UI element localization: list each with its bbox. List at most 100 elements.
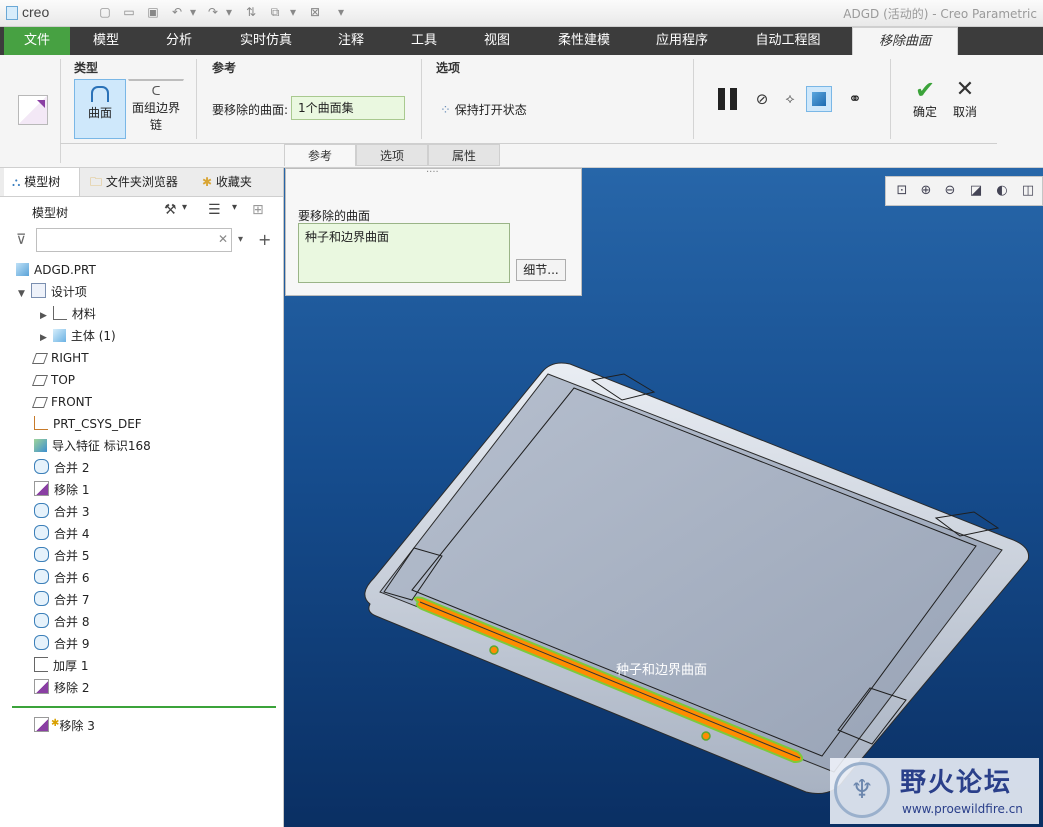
reference-group-label: 参考 bbox=[212, 61, 237, 75]
tree-item-part[interactable]: ADGD.PRT bbox=[16, 259, 96, 281]
preview-geometry-icon[interactable]: ⟡ bbox=[780, 90, 800, 108]
refit-icon[interactable]: ⊡ bbox=[894, 183, 910, 199]
show-list-icon[interactable]: ☰ bbox=[208, 202, 221, 218]
tab-remove-surface[interactable]: 移除曲面 bbox=[852, 27, 958, 56]
tree-item-remove-3[interactable]: ✱移除 3 bbox=[34, 713, 95, 735]
tree-item-remove-2[interactable]: 移除 2 bbox=[34, 677, 89, 699]
undo-dropdown-icon[interactable]: ▾ bbox=[186, 5, 200, 19]
zoom-out-icon[interactable]: ⊖ bbox=[942, 183, 958, 199]
tab-flexible-modeling[interactable]: 柔性建模 bbox=[544, 27, 624, 55]
tree-item-remove-1[interactable]: 移除 1 bbox=[34, 479, 89, 501]
zoom-in-icon[interactable]: ⊕ bbox=[918, 183, 934, 199]
new-file-icon[interactable]: ▢ bbox=[98, 5, 112, 19]
expand-down-icon: ▼ bbox=[18, 289, 25, 299]
tree-item-merge-4[interactable]: 合并 4 bbox=[34, 523, 89, 545]
tree-settings-icon[interactable]: ⚒ bbox=[164, 202, 177, 218]
keep-open-toggle[interactable]: ⁘ 保持打开状态 bbox=[440, 101, 527, 118]
tree-item-label: RIGHT bbox=[51, 351, 89, 365]
app-logo: creo bbox=[22, 4, 50, 20]
tree-item-csys[interactable]: PRT_CSYS_DEF bbox=[34, 413, 142, 435]
tree-item-merge-8[interactable]: 合并 8 bbox=[34, 611, 89, 633]
cancel-button[interactable]: ✕ 取消 bbox=[948, 77, 982, 127]
confirm-button[interactable]: ✔ 确定 bbox=[908, 77, 942, 127]
tree-settings-dropdown-icon[interactable]: ▾ bbox=[182, 202, 187, 213]
tab-auto-drawing[interactable]: 自动工程图 bbox=[740, 27, 836, 55]
show-dropdown-icon[interactable]: ▾ bbox=[232, 202, 237, 213]
tab-analysis[interactable]: 分析 bbox=[150, 27, 208, 55]
tree-item-merge-7[interactable]: 合并 7 bbox=[34, 589, 89, 611]
remove-icon bbox=[34, 679, 49, 694]
boundary-type-label-line2: 链 bbox=[149, 118, 162, 132]
panel-grip[interactable]: ···· bbox=[426, 167, 439, 178]
tab-model[interactable]: 模型 bbox=[76, 27, 136, 55]
tab-model-tree[interactable]: ⛬ 模型树 bbox=[4, 168, 80, 196]
details-button[interactable]: 细节... bbox=[516, 259, 566, 281]
tab-folder-browser[interactable]: 🗀 文件夹浏览器 bbox=[86, 168, 196, 196]
tree-item-merge-9[interactable]: 合并 9 bbox=[34, 633, 89, 655]
references-panel: ···· 要移除的曲面 种子和边界曲面 细节... bbox=[285, 167, 582, 296]
tab-tools[interactable]: 工具 bbox=[396, 27, 452, 55]
surfaces-to-remove-label: 要移除的曲面: bbox=[212, 103, 289, 117]
undo-icon[interactable]: ↶ bbox=[170, 5, 184, 19]
favorites-icon: ✱ bbox=[202, 175, 213, 189]
display-style-icon[interactable]: ◐ bbox=[994, 183, 1010, 199]
tab-applications[interactable]: 应用程序 bbox=[642, 27, 722, 55]
view-toolbar: ⊡ ⊕ ⊖ ◪ ◐ ◫ bbox=[885, 176, 1043, 206]
merge-icon bbox=[34, 591, 49, 606]
tree-search-input[interactable] bbox=[36, 228, 232, 252]
folder-icon: 🗀 bbox=[90, 175, 103, 189]
regenerate-icon[interactable]: ⇅ bbox=[244, 5, 258, 19]
saved-orientations-icon[interactable]: ◫ bbox=[1020, 183, 1036, 199]
confirm-label: 确定 bbox=[912, 105, 937, 119]
tree-item-merge-6[interactable]: 合并 6 bbox=[34, 567, 89, 589]
tree-item-design-items[interactable]: ▼ 设计项 bbox=[18, 281, 87, 303]
windows-icon[interactable]: ⧉ bbox=[268, 5, 282, 19]
windows-dropdown-icon[interactable]: ▾ bbox=[286, 5, 300, 19]
preview-glasses-icon[interactable]: ⚭ bbox=[840, 88, 870, 110]
open-file-icon[interactable]: ▭ bbox=[122, 5, 136, 19]
tab-live-simulation[interactable]: 实时仿真 bbox=[226, 27, 306, 55]
save-icon[interactable]: ▣ bbox=[146, 5, 160, 19]
tab-view[interactable]: 视图 bbox=[468, 27, 526, 55]
merge-icon bbox=[34, 525, 49, 540]
tree-item-thicken-1[interactable]: 加厚 1 bbox=[34, 655, 88, 677]
tab-annotate[interactable]: 注释 bbox=[322, 27, 380, 55]
options-group-label: 选项 bbox=[436, 61, 461, 75]
subtab-options[interactable]: 选项 bbox=[356, 144, 428, 166]
filter-dropdown-icon[interactable]: ▾ bbox=[238, 234, 243, 245]
creo-logo-icon bbox=[6, 6, 18, 20]
redo-icon[interactable]: ↷ bbox=[206, 5, 220, 19]
material-icon bbox=[52, 306, 67, 320]
tree-item-material[interactable]: ▶ 材料 bbox=[40, 303, 96, 325]
verify-mode-button[interactable] bbox=[806, 86, 832, 112]
import-feature-icon bbox=[34, 439, 47, 452]
surfaces-to-remove-collector[interactable]: 种子和边界曲面 bbox=[298, 223, 510, 283]
surfaces-to-remove-field[interactable]: 1个曲面集 bbox=[291, 96, 405, 120]
tree-item-merge-2[interactable]: 合并 2 bbox=[34, 457, 89, 479]
no-preview-icon[interactable]: ⊘ bbox=[754, 91, 770, 107]
surface-type-button[interactable]: 曲面 bbox=[74, 79, 126, 139]
subtab-references[interactable]: 参考 bbox=[284, 144, 356, 166]
quilt-boundary-type-button[interactable]: ᑕ 面组边界 链 bbox=[128, 79, 184, 142]
tree-item-body[interactable]: ▶ 主体 (1) bbox=[40, 325, 116, 347]
insert-indicator[interactable] bbox=[12, 706, 276, 708]
redo-dropdown-icon[interactable]: ▾ bbox=[222, 5, 236, 19]
subtab-properties[interactable]: 属性 bbox=[428, 144, 500, 166]
tree-item-top-plane[interactable]: TOP bbox=[31, 369, 75, 391]
tree-item-label: 移除 2 bbox=[54, 681, 90, 695]
tree-item-merge-3[interactable]: 合并 3 bbox=[34, 501, 89, 523]
tab-file[interactable]: 文件 bbox=[4, 27, 70, 55]
tree-item-front-plane[interactable]: FRONT bbox=[31, 391, 92, 413]
tree-item-right-plane[interactable]: RIGHT bbox=[31, 347, 89, 369]
tree-item-merge-5[interactable]: 合并 5 bbox=[34, 545, 89, 567]
merge-icon bbox=[34, 547, 49, 562]
add-filter-icon[interactable]: + bbox=[258, 230, 271, 249]
pause-button[interactable] bbox=[716, 88, 740, 110]
tab-favorites[interactable]: ✱ 收藏夹 bbox=[198, 168, 282, 196]
close-window-icon[interactable]: ⊠ bbox=[308, 5, 322, 19]
reorient-icon[interactable]: ◪ bbox=[968, 183, 984, 199]
tree-item-import-feature[interactable]: 导入特征 标识168 bbox=[34, 435, 151, 457]
tree-columns-icon[interactable]: ⊞ bbox=[252, 202, 264, 218]
clear-search-icon[interactable]: ✕ bbox=[218, 232, 228, 246]
customize-toolbar-icon[interactable]: ▾ bbox=[334, 5, 348, 19]
